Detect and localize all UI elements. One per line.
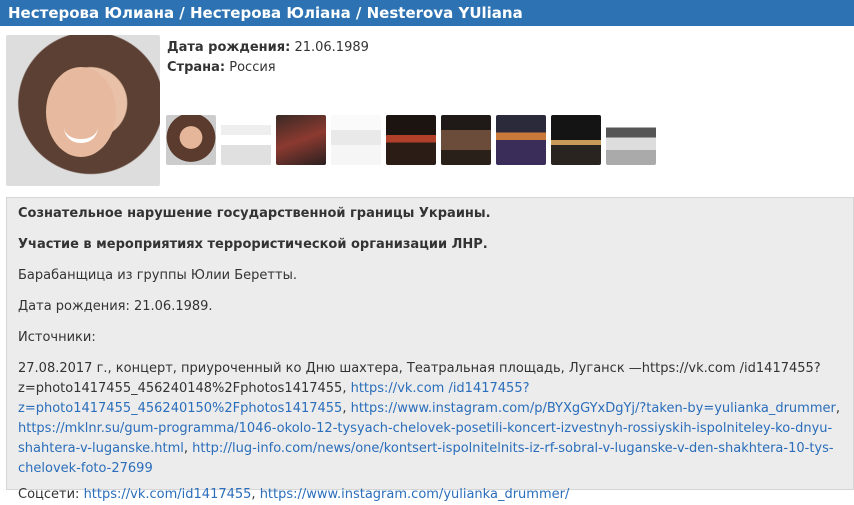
gallery-thumbnail[interactable] xyxy=(221,115,271,165)
gallery-thumbnail[interactable] xyxy=(441,115,491,165)
gallery-thumbnail[interactable] xyxy=(496,115,546,165)
sources-heading: Источники: xyxy=(18,330,96,345)
birth-date-row: Дата рождения: 21.06.1989 xyxy=(167,38,369,58)
gallery-thumbnail[interactable] xyxy=(276,115,326,165)
gallery-thumbnail[interactable] xyxy=(166,115,216,165)
birth-date-value: 21.06.1989 xyxy=(294,40,369,55)
description-panel: Сознательное нарушение государственной г… xyxy=(6,197,854,502)
birth-text: Дата рождения: 21.06.1989. xyxy=(18,299,213,314)
role-text: Барабанщица из группы Юлии Беретты. xyxy=(18,268,297,283)
country-label: Страна: xyxy=(167,60,226,75)
gallery-thumbnail[interactable] xyxy=(331,115,381,165)
page-title: Нестерова Юлиана / Нестерова Юліана / Ne… xyxy=(0,0,854,26)
social-row: Соцсети: https://vk.com/id1417455, https… xyxy=(18,487,570,502)
activity-text: Участие в мероприятиях террористической … xyxy=(18,237,488,252)
birth-date-label: Дата рождения: xyxy=(167,40,291,55)
violation-text: Сознательное нарушение государственной г… xyxy=(18,206,491,221)
sources-list: 27.08.2017 г., концерт, приуроченный ко … xyxy=(18,361,840,476)
avatar-face xyxy=(46,67,116,157)
profile-card: Дата рождения: 21.06.1989 Страна: Россия xyxy=(0,26,854,188)
social-label: Соцсети: xyxy=(18,487,84,502)
social-link-instagram[interactable]: https://www.instagram.com/yulianka_drumm… xyxy=(260,487,570,502)
gallery-thumbnail[interactable] xyxy=(386,115,436,165)
country-value: Россия xyxy=(229,60,276,75)
gallery-thumbnail[interactable] xyxy=(606,115,656,165)
avatar[interactable] xyxy=(6,35,160,186)
social-link-vk[interactable]: https://vk.com/id1417455 xyxy=(84,487,252,502)
profile-info: Дата рождения: 21.06.1989 Страна: Россия xyxy=(167,38,369,78)
source-link-instagram[interactable]: https://www.instagram.com/p/BYXgGYxDgYj/… xyxy=(351,401,836,416)
country-row: Страна: Россия xyxy=(167,58,369,78)
gallery-thumbnail[interactable] xyxy=(551,115,601,165)
photo-gallery xyxy=(166,115,656,165)
